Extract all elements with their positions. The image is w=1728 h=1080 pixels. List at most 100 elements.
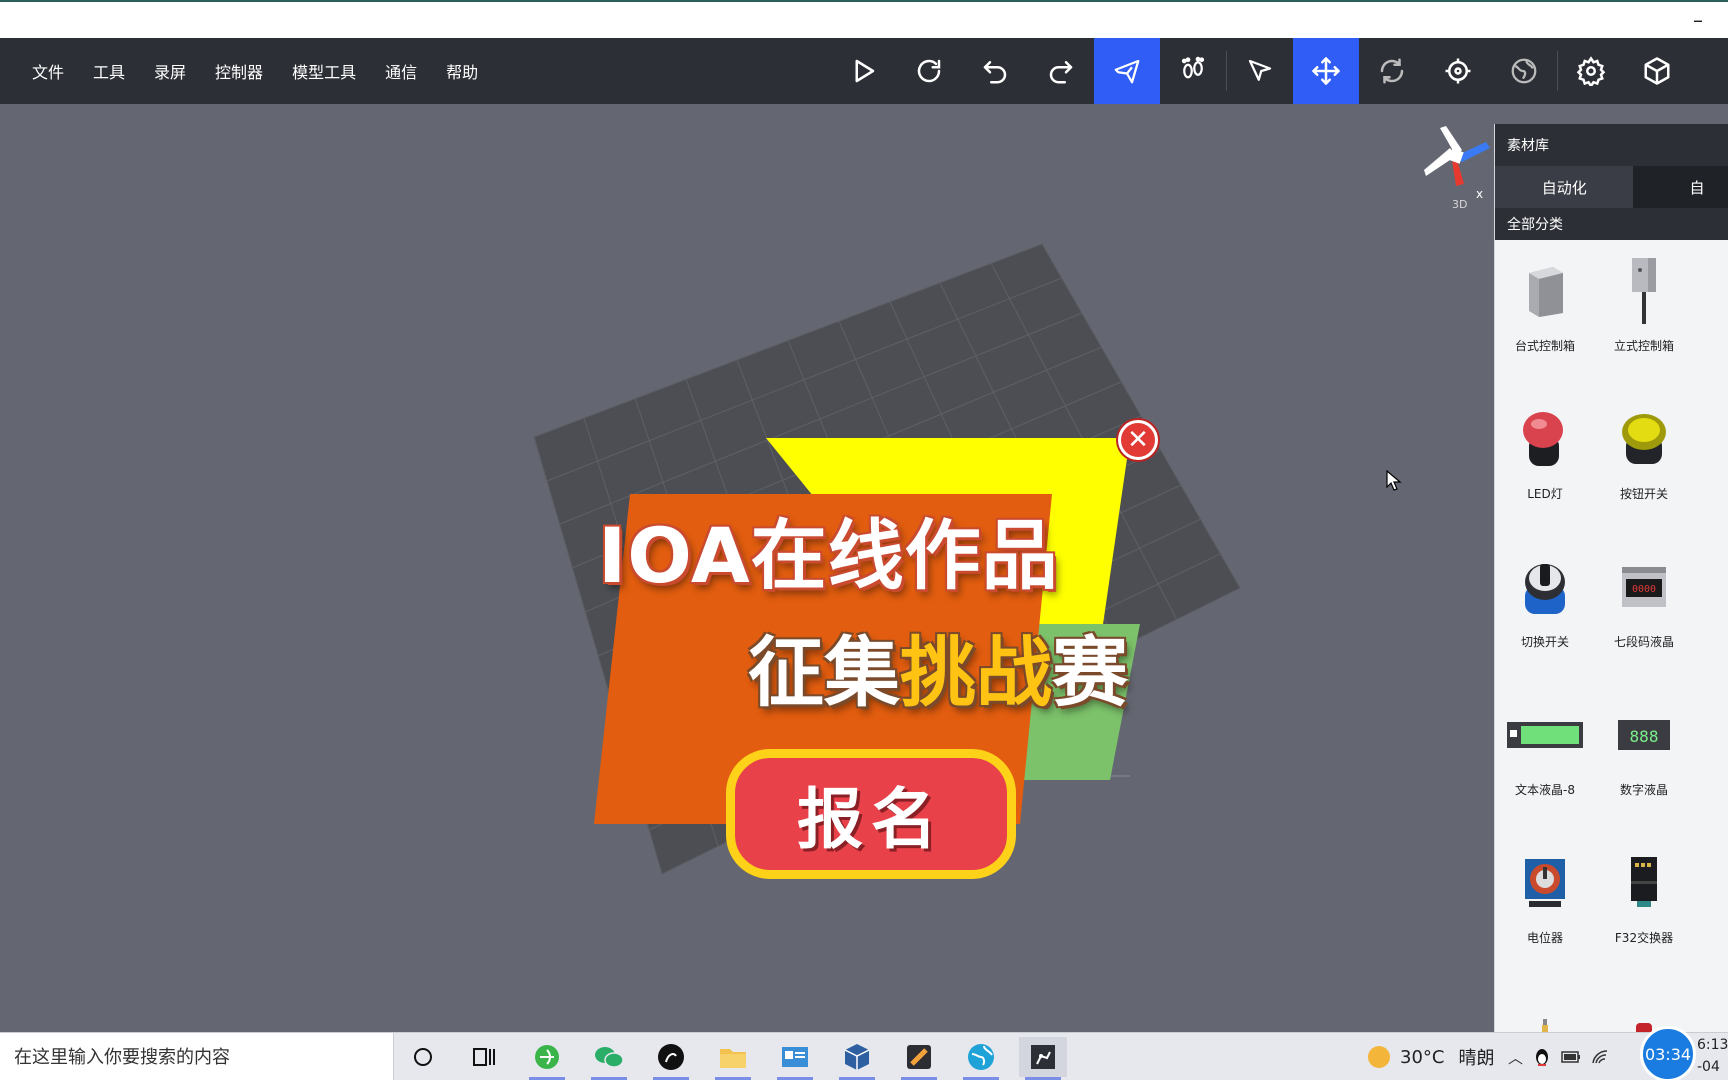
walk-mode-button[interactable] [1160, 38, 1226, 104]
material-item-seven-segment[interactable]: 0000 七段码液晶 [1594, 536, 1694, 676]
recording-timer-badge[interactable]: 03:34 [1640, 1026, 1696, 1080]
material-item-potentiometer[interactable]: 电位器 [1495, 832, 1595, 972]
refresh-icon [917, 59, 941, 83]
taskbar-app-browser[interactable] [523, 1037, 571, 1080]
signup-button[interactable]: 报名 [726, 749, 1016, 879]
axis-gizmo[interactable]: x [1420, 118, 1494, 208]
menu-tools[interactable]: 工具 [83, 38, 135, 104]
material-item-f32-switch[interactable]: F32交换器 [1594, 832, 1694, 972]
penguin-icon[interactable] [1533, 1047, 1551, 1067]
cube-icon [1644, 57, 1670, 85]
material-item-digital-lcd[interactable]: 888 数字液晶 [1594, 684, 1694, 824]
menu-help[interactable]: 帮助 [436, 38, 488, 104]
view-mode-label: 3D [1452, 198, 1468, 211]
taskbar-app-media[interactable] [647, 1037, 695, 1080]
selector-switch-icon [1525, 564, 1565, 614]
battery-icon[interactable] [1561, 1050, 1581, 1064]
taskbar-app-wechat[interactable] [585, 1037, 633, 1080]
wechat-icon [595, 1047, 624, 1068]
axis-x-label: x [1476, 187, 1483, 201]
globe-icon [1511, 58, 1537, 84]
taskbar-app-control-panel[interactable] [771, 1037, 819, 1080]
minimize-button[interactable]: – [1678, 4, 1718, 36]
promo-close-button[interactable]: ✕ [1118, 420, 1158, 460]
task-view-icon [473, 1048, 495, 1066]
chevron-up-icon[interactable]: ︿ [1508, 1047, 1523, 1068]
text-lcd-icon [1507, 722, 1583, 748]
select-button[interactable] [1227, 38, 1293, 104]
fly-mode-button[interactable] [1094, 38, 1160, 104]
rotate-button[interactable] [1359, 38, 1425, 104]
cortana-button[interactable] [399, 1037, 447, 1077]
scene-viewport[interactable]: x 3D ✕ IOA在线作品 征集挑战赛 报名 [0, 104, 1494, 1032]
taskbar-app-design[interactable] [895, 1037, 943, 1080]
tab-next[interactable]: 自 [1633, 166, 1728, 208]
taskbar-search[interactable] [0, 1033, 394, 1080]
push-button-icon [1622, 414, 1666, 464]
settings-button[interactable] [1558, 38, 1624, 104]
model-button[interactable] [1624, 38, 1690, 104]
material-item-push-button[interactable]: 按钮开关 [1594, 388, 1694, 528]
pointer-icon [1248, 59, 1272, 81]
move-button[interactable] [1293, 38, 1359, 104]
weather-condition: 晴朗 [1458, 1048, 1495, 1069]
system-clock[interactable]: 6:13 -04 [1697, 1034, 1728, 1078]
play-button[interactable] [830, 38, 896, 104]
material-label: 立式控制箱 [1613, 339, 1674, 353]
material-item-led-light[interactable]: LED灯 [1495, 388, 1595, 528]
clock-time: 6:13 [1697, 1037, 1728, 1053]
virtualbox-icon [844, 1044, 870, 1070]
taskbar-app-simulator[interactable] [1019, 1037, 1067, 1080]
control-panel-icon [782, 1047, 808, 1067]
sun-icon [1368, 1046, 1390, 1068]
taskbar-app-virtualbox[interactable] [833, 1037, 881, 1080]
seven-segment-readout: 0000 [1632, 584, 1656, 595]
refresh-button[interactable] [896, 38, 962, 104]
promo-subheadline-start: 征集 [748, 628, 900, 717]
menu-record[interactable]: 录屏 [144, 38, 196, 104]
cortana-circle-icon [414, 1048, 432, 1066]
material-item-standing-box[interactable]: 立式控制箱 [1594, 240, 1694, 380]
redo-button[interactable] [1028, 38, 1094, 104]
menu-communication[interactable]: 通信 [375, 38, 427, 104]
weather-widget[interactable]: 30°C 晴朗 [1368, 1033, 1494, 1080]
material-label: F32交换器 [1614, 931, 1674, 945]
led-light-icon [1523, 412, 1563, 466]
menu-model-tools[interactable]: 模型工具 [282, 38, 366, 104]
globe-app-icon [968, 1044, 994, 1070]
search-input[interactable] [0, 1033, 393, 1080]
tab-automation[interactable]: 自动化 [1495, 166, 1634, 208]
material-item-partial[interactable] [1594, 980, 1694, 1032]
material-item-partial[interactable] [1495, 980, 1595, 1032]
menu-file[interactable]: 文件 [22, 38, 74, 104]
plane-icon [1114, 59, 1140, 84]
taskbar-app-explorer[interactable] [709, 1037, 757, 1080]
world-button[interactable] [1491, 38, 1557, 104]
material-label: 切换开关 [1520, 635, 1569, 649]
promo-popup: ✕ IOA在线作品 征集挑战赛 报名 [590, 324, 1158, 879]
category-selector[interactable]: 全部分类 [1495, 208, 1728, 240]
potentiometer-icon [1525, 859, 1565, 907]
temperature: 30°C [1400, 1046, 1445, 1068]
material-label: 台式控制箱 [1514, 339, 1575, 353]
material-item-text-lcd[interactable]: 文本液晶-8 [1495, 684, 1595, 824]
material-item-desk-box[interactable]: 台式控制箱 [1495, 240, 1595, 380]
material-label: 文本液晶-8 [1515, 783, 1575, 797]
wifi-icon[interactable] [1591, 1049, 1609, 1065]
taskbar: 30°C 晴朗 ︿ [0, 1032, 1728, 1080]
media-app-icon [658, 1044, 684, 1070]
window-titlebar: – [0, 0, 1728, 38]
promo-headline: IOA在线作品 [598, 511, 1059, 600]
desk-box-icon [1529, 267, 1563, 317]
undo-icon [983, 61, 1007, 84]
play-icon [855, 59, 875, 83]
material-item-selector-switch[interactable]: 切换开关 [1495, 536, 1595, 676]
browser-icon [535, 1045, 559, 1069]
undo-button[interactable] [962, 38, 1028, 104]
move-icon [1312, 57, 1340, 85]
main-menu: 文件 工具 录屏 控制器 模型工具 通信 帮助 [22, 38, 497, 104]
task-view-button[interactable] [460, 1037, 508, 1077]
taskbar-app-globe[interactable] [957, 1037, 1005, 1080]
menu-controller[interactable]: 控制器 [205, 38, 273, 104]
focus-button[interactable] [1425, 38, 1491, 104]
